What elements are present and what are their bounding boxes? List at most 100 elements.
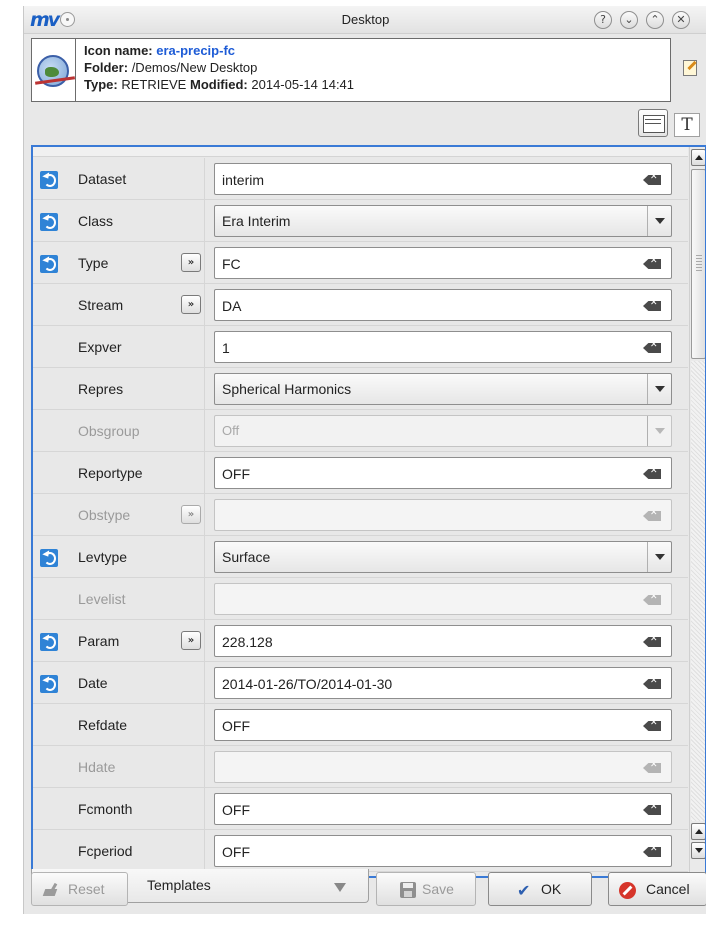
reset-parameter-icon[interactable]: [40, 675, 58, 693]
clear-icon[interactable]: [643, 721, 661, 731]
scroll-up-arrow-icon[interactable]: [691, 149, 705, 166]
parameter-input[interactable]: 1: [214, 331, 672, 363]
parameter-label: Date: [78, 675, 108, 691]
parameter-input[interactable]: OFF: [214, 835, 672, 867]
parameter-table: Dataset interim Class Era Interim Type » FC Str…: [31, 145, 706, 878]
input-value: DA: [222, 298, 242, 314]
vertical-scrollbar[interactable]: [689, 147, 705, 876]
clear-icon[interactable]: [643, 805, 661, 815]
reset-parameter-icon[interactable]: [40, 255, 58, 273]
chevron-down-icon[interactable]: [647, 374, 671, 404]
minimize-button[interactable]: ⌄: [620, 11, 638, 29]
reset-cell: [33, 578, 67, 620]
clear-icon[interactable]: [643, 763, 661, 773]
clear-icon[interactable]: [643, 343, 661, 353]
scroll-down-arrow-icon[interactable]: [691, 842, 705, 859]
parameter-name-cell: Reportype: [67, 452, 205, 494]
save-icon: [400, 882, 416, 898]
parameter-label: Type: [78, 255, 109, 271]
parameter-input[interactable]: interim: [214, 163, 672, 195]
parameter-input[interactable]: OFF: [214, 709, 672, 741]
reset-label: Reset: [68, 881, 105, 897]
reset-cell: [33, 746, 67, 788]
parameter-name-cell: Repres: [67, 368, 205, 410]
parameter-combo[interactable]: Era Interim: [214, 205, 672, 237]
parameter-row: Stream » DA: [33, 284, 688, 326]
icon-name-value: era-precip-fc: [156, 43, 235, 58]
reset-parameter-icon[interactable]: [40, 171, 58, 189]
reset-button[interactable]: Reset: [31, 872, 128, 906]
clear-icon[interactable]: [643, 679, 661, 689]
parameter-label: Hdate: [78, 759, 116, 775]
parameter-combo[interactable]: Spherical Harmonics: [214, 373, 672, 405]
parameter-combo[interactable]: Off: [214, 415, 672, 447]
chevron-down-icon[interactable]: [647, 542, 671, 572]
parameter-value-cell: [214, 583, 672, 615]
clear-icon[interactable]: [643, 175, 661, 185]
parameter-value-cell: interim: [214, 163, 672, 195]
combo-value: Spherical Harmonics: [222, 381, 352, 397]
parameter-label: Fcmonth: [78, 801, 133, 817]
title-bar[interactable]: mv Desktop ? ⌄ ⌃ ✕: [24, 6, 706, 34]
scroll-track[interactable]: [691, 361, 705, 821]
reset-parameter-icon[interactable]: [40, 549, 58, 567]
maximize-button[interactable]: ⌃: [646, 11, 664, 29]
parameter-combo[interactable]: Surface: [214, 541, 672, 573]
reset-cell: [33, 536, 67, 578]
input-value: OFF: [222, 802, 250, 818]
parameter-name-cell: Date: [67, 662, 205, 704]
table-header: [33, 147, 688, 157]
parameter-label: Dataset: [78, 171, 127, 187]
helper-button[interactable]: »: [181, 253, 201, 272]
help-button[interactable]: ?: [594, 11, 612, 29]
reset-parameter-icon[interactable]: [40, 213, 58, 231]
parameter-input[interactable]: FC: [214, 247, 672, 279]
gui-view-icon[interactable]: [638, 109, 668, 137]
parameter-value-cell: Spherical Harmonics: [214, 373, 672, 405]
edit-notes-icon[interactable]: [683, 60, 697, 76]
folder-label: Folder:: [84, 60, 129, 75]
clear-icon[interactable]: [643, 511, 661, 521]
clear-icon[interactable]: [643, 469, 661, 479]
parameter-input[interactable]: [214, 583, 672, 615]
parameter-input[interactable]: OFF: [214, 457, 672, 489]
reset-parameter-icon[interactable]: [40, 633, 58, 651]
parameter-value-cell: 1: [214, 331, 672, 363]
ok-button[interactable]: ✔ OK: [488, 872, 592, 906]
text-view-icon[interactable]: T: [674, 113, 700, 137]
parameter-label: Repres: [78, 381, 124, 397]
input-value: OFF: [222, 466, 250, 482]
save-button[interactable]: Save: [376, 872, 476, 906]
clear-icon[interactable]: [643, 259, 661, 269]
clear-icon[interactable]: [643, 637, 661, 647]
templates-label: Templates: [147, 877, 211, 893]
parameter-input[interactable]: DA: [214, 289, 672, 321]
helper-button[interactable]: »: [181, 631, 201, 650]
helper-button[interactable]: »: [181, 505, 201, 524]
input-value: 2014-01-26/TO/2014-01-30: [222, 676, 393, 692]
clear-icon[interactable]: [643, 847, 661, 857]
input-value: 1: [222, 340, 230, 356]
clear-icon[interactable]: [643, 595, 661, 605]
parameter-input[interactable]: OFF: [214, 793, 672, 825]
chevron-down-icon[interactable]: [647, 416, 671, 446]
parameter-input[interactable]: [214, 499, 672, 531]
chevron-down-icon[interactable]: [334, 883, 346, 892]
cancel-button[interactable]: Cancel: [608, 872, 706, 906]
parameter-name-cell: Fcmonth: [67, 788, 205, 830]
scroll-thumb[interactable]: [691, 169, 705, 359]
chevron-down-icon[interactable]: [647, 206, 671, 236]
close-button[interactable]: ✕: [672, 11, 690, 29]
parameter-input[interactable]: 228.128: [214, 625, 672, 657]
helper-button[interactable]: »: [181, 295, 201, 314]
parameter-value-cell: OFF: [214, 457, 672, 489]
clear-icon[interactable]: [643, 301, 661, 311]
scroll-up-arrow-icon[interactable]: [691, 823, 705, 840]
parameter-name-cell: Param »: [67, 620, 205, 662]
reset-cell: [33, 326, 67, 368]
parameter-input[interactable]: [214, 751, 672, 783]
reset-cell: [33, 704, 67, 746]
parameter-label: Obstype: [78, 507, 131, 523]
reset-cell: [33, 620, 67, 662]
parameter-input[interactable]: 2014-01-26/TO/2014-01-30: [214, 667, 672, 699]
